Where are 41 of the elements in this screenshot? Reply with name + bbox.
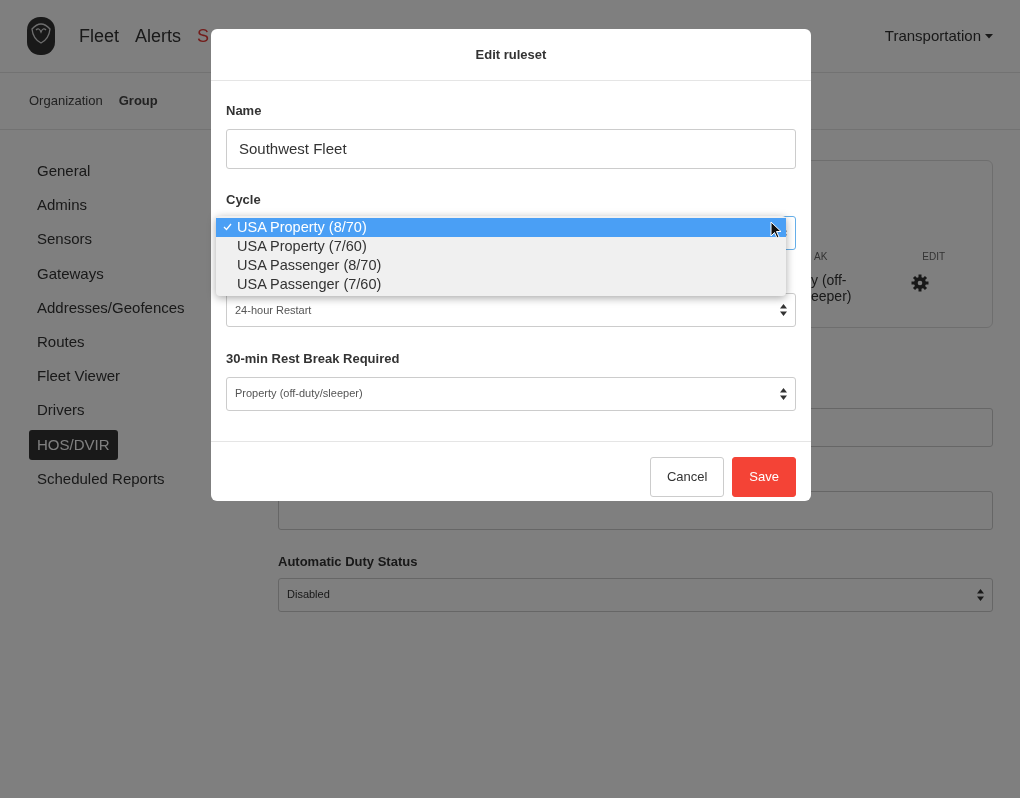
field-label: Cycle (226, 190, 262, 209)
field-label: Name (226, 102, 263, 120)
owl-logo-icon[interactable] (27, 17, 55, 55)
dropdown-option[interactable]: USA Passenger (8/70) (216, 256, 786, 275)
subnav-tab[interactable]: Group (118, 91, 158, 111)
dropdown-option[interactable]: USA Property (8/70) (216, 218, 786, 237)
nav-link[interactable]: Fleet (79, 22, 120, 50)
select-arrows-icon (977, 588, 984, 601)
column-header: EDIT (922, 250, 946, 264)
field-label: 30-min Rest Break Required (226, 350, 401, 368)
sidebar-item[interactable]: Addresses/Geofences (29, 292, 193, 324)
select-field[interactable]: Property (off-duty/sleeper) (226, 376, 796, 411)
sidebar-item[interactable]: HOS/DVIR (29, 429, 118, 460)
cancel-button[interactable]: Cancel (649, 456, 725, 497)
select-field[interactable]: Disabled (278, 577, 993, 612)
sidebar-item[interactable]: Sensors (29, 224, 101, 255)
settings-gear-icon[interactable] (911, 272, 930, 293)
sidebar-item[interactable]: Scheduled Reports (29, 463, 173, 495)
select-arrows-icon (780, 387, 787, 400)
cursor-icon (770, 221, 782, 239)
sidebar-item[interactable]: Gateways (29, 258, 112, 290)
select-arrows-icon (780, 304, 787, 316)
save-button[interactable]: Save (732, 456, 796, 497)
sidebar-item[interactable]: Admins (29, 190, 96, 221)
sidebar-item[interactable]: General (29, 156, 99, 187)
sidebar-item[interactable]: Routes (29, 326, 93, 358)
sidebar-item[interactable]: Fleet Viewer (29, 361, 129, 392)
name-input[interactable]: Southwest Fleet (226, 128, 796, 169)
nav-link[interactable]: S (197, 22, 210, 50)
modal-header: Edit ruleset (211, 29, 811, 81)
dropdown-option[interactable]: USA Property (7/60) (216, 237, 786, 256)
check-icon (223, 223, 232, 231)
dropdown-option[interactable]: USA Passenger (7/60) (216, 275, 786, 294)
sidebar-item[interactable]: Drivers (29, 395, 93, 426)
table-cell: y (off- eeper) (811, 272, 852, 305)
org-menu[interactable]: Transportation (884, 24, 993, 48)
field-label: Automatic Duty Status (278, 553, 419, 571)
subnav-tab[interactable]: Organization (29, 91, 103, 111)
nav-link[interactable]: Alerts (135, 22, 182, 50)
column-header: AK (814, 250, 828, 264)
caret-icon (985, 33, 993, 39)
